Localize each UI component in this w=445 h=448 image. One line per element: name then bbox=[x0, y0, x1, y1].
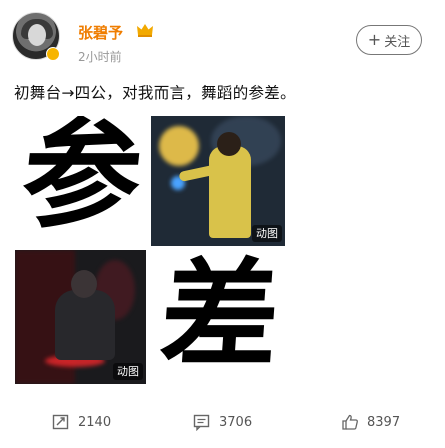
repost-count: 2140 bbox=[78, 414, 112, 430]
media-item-text-can[interactable]: 参 bbox=[15, 116, 146, 246]
repost-icon bbox=[52, 414, 69, 430]
follow-label: 关注 bbox=[384, 34, 411, 50]
media-item-text-cha[interactable]: 差 bbox=[151, 250, 285, 384]
repost-button[interactable]: 2140 bbox=[52, 413, 111, 431]
username[interactable]: 张碧予 bbox=[78, 22, 123, 43]
comment-button[interactable]: 3706 bbox=[193, 413, 252, 431]
media-item-gif[interactable]: 动图 bbox=[15, 250, 146, 384]
big-character: 差 bbox=[156, 250, 284, 384]
avatar-face bbox=[28, 24, 46, 46]
media-item-gif[interactable]: 动图 bbox=[151, 116, 285, 246]
gif-badge: 动图 bbox=[113, 363, 143, 380]
crown-icon bbox=[137, 24, 153, 37]
like-count: 8397 bbox=[367, 414, 401, 430]
verified-icon bbox=[46, 47, 60, 61]
performer-head bbox=[217, 132, 241, 156]
comment-icon bbox=[193, 414, 210, 431]
comment-count: 3706 bbox=[219, 414, 253, 430]
performer-head bbox=[71, 270, 97, 298]
performer bbox=[55, 290, 115, 360]
stage-light bbox=[159, 126, 199, 166]
action-bar: 2140 3706 8397 bbox=[0, 406, 445, 442]
plus-icon: + bbox=[367, 30, 382, 49]
follow-button[interactable]: + 关注 bbox=[356, 25, 422, 55]
gif-badge: 动图 bbox=[252, 225, 282, 242]
like-button[interactable]: 8397 bbox=[341, 413, 400, 431]
post-timestamp: 2小时前 bbox=[78, 50, 122, 64]
post-header: 张碧予 2小时前 + 关注 bbox=[0, 0, 445, 80]
performer bbox=[209, 146, 251, 238]
post-text: 初舞台→四公，对我而言，舞蹈的参差。 bbox=[14, 84, 296, 102]
media-grid: 参 动图 动图 差 bbox=[0, 116, 445, 388]
big-character: 参 bbox=[15, 116, 146, 244]
like-icon bbox=[342, 414, 358, 430]
